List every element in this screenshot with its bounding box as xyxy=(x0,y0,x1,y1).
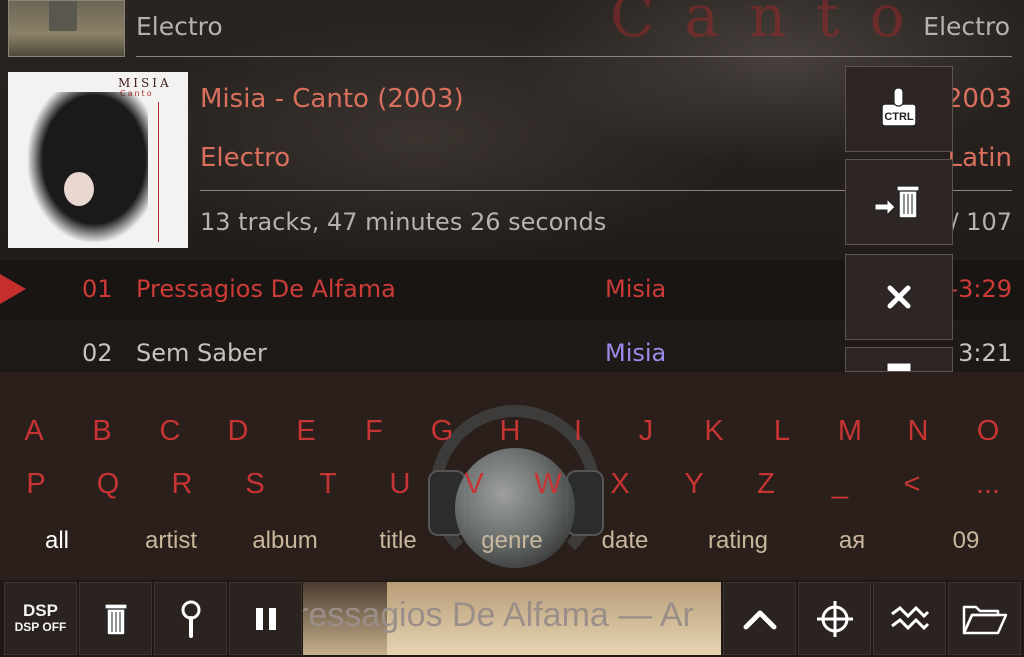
track-artist[interactable]: Misia xyxy=(605,339,666,367)
track-number: 02 xyxy=(82,339,113,367)
chevron-up-icon xyxy=(743,610,776,629)
folder-button[interactable] xyxy=(948,582,1021,655)
equalizer-button[interactable] xyxy=(873,582,946,655)
key-4[interactable]: E xyxy=(296,415,315,448)
album-title: Misia - Canto (2003) xyxy=(200,84,464,114)
key-2[interactable]: C xyxy=(160,415,181,448)
key-11[interactable]: L xyxy=(774,415,790,448)
crosshair-icon xyxy=(816,600,853,637)
track-number: 01 xyxy=(82,275,113,303)
key-7[interactable]: H xyxy=(500,415,521,448)
key-7[interactable]: W xyxy=(534,468,561,501)
key-2[interactable]: R xyxy=(172,468,193,501)
key-13[interactable]: ... xyxy=(976,468,1000,501)
key-3[interactable]: D xyxy=(228,415,249,448)
dsp-status: DSP OFF xyxy=(14,619,67,634)
ctrl-button[interactable]: CTRL xyxy=(845,66,953,152)
previous-album-row[interactable]: Electro Electro xyxy=(0,0,1024,58)
ctrl-hand-icon: CTRL xyxy=(881,87,917,127)
album-cover[interactable]: MISIA Canto xyxy=(8,72,188,248)
close-button[interactable] xyxy=(845,254,953,340)
filter-8[interactable]: 09 xyxy=(953,527,980,555)
previous-album-genre-right: Electro xyxy=(923,12,1010,41)
key-9[interactable]: Y xyxy=(684,468,703,501)
filter-2[interactable]: album xyxy=(252,527,317,555)
album-count: / 107 xyxy=(950,208,1012,236)
pause-icon xyxy=(255,607,276,630)
key-8[interactable]: X xyxy=(610,468,629,501)
key-9[interactable]: J xyxy=(639,415,654,448)
previous-album-cover xyxy=(8,0,125,57)
dsp-icon: DSP DSP OFF xyxy=(14,600,67,635)
track-duration: -3:29 xyxy=(949,275,1012,303)
key-5[interactable]: F xyxy=(365,415,383,448)
dsp-button[interactable]: DSP DSP OFF xyxy=(4,582,77,655)
wave-icon xyxy=(890,605,929,630)
now-playing-text: ressagios De Alfama — Ar xyxy=(303,596,694,634)
track-title: Sem Saber xyxy=(136,339,267,367)
album-info: 13 tracks, 47 minutes 26 seconds xyxy=(200,208,607,236)
cover-title: MISIA xyxy=(118,76,172,90)
key-6[interactable]: V xyxy=(464,468,483,501)
filter-7[interactable]: ая xyxy=(839,527,865,555)
key-12[interactable]: < xyxy=(904,468,921,501)
album-genre-right: Latin xyxy=(947,143,1012,173)
album-genre: Electro xyxy=(200,143,291,173)
ctrl-label: CTRL xyxy=(884,111,914,123)
trash-icon xyxy=(103,602,128,636)
track-artist[interactable]: Misia xyxy=(605,275,666,303)
search-button[interactable] xyxy=(154,582,227,655)
previous-album-genre: Electro xyxy=(136,12,223,41)
now-playing-ticker[interactable]: ressagios De Alfama — Ar xyxy=(303,582,721,655)
key-10[interactable]: K xyxy=(704,415,723,448)
pause-button[interactable] xyxy=(229,582,302,655)
album-year: 2003 xyxy=(945,84,1012,114)
track-duration: 3:21 xyxy=(958,339,1012,367)
image-icon xyxy=(886,362,912,371)
key-4[interactable]: T xyxy=(319,468,337,501)
filter-5[interactable]: date xyxy=(602,527,649,555)
key-3[interactable]: S xyxy=(245,468,264,501)
move-to-trash-icon xyxy=(874,185,920,219)
key-5[interactable]: U xyxy=(390,468,411,501)
key-14[interactable]: O xyxy=(977,415,1000,448)
key-0[interactable]: A xyxy=(24,415,43,448)
filter-4[interactable]: genre xyxy=(481,527,542,555)
key-0[interactable]: P xyxy=(26,468,45,501)
key-12[interactable]: M xyxy=(838,415,862,448)
move-to-trash-button[interactable] xyxy=(845,159,953,245)
close-icon xyxy=(887,285,911,309)
folder-open-icon xyxy=(962,605,1007,634)
scroll-up-button[interactable] xyxy=(723,582,796,655)
filter-6[interactable]: rating xyxy=(708,527,768,555)
track-title: Pressagios De Alfama xyxy=(136,275,396,303)
key-13[interactable]: N xyxy=(908,415,929,448)
image-button[interactable] xyxy=(845,347,953,372)
filter-1[interactable]: artist xyxy=(145,527,197,555)
locate-button[interactable] xyxy=(798,582,871,655)
filter-3[interactable]: title xyxy=(379,527,416,555)
search-icon xyxy=(181,600,200,638)
dsp-label: DSP xyxy=(23,600,58,620)
key-8[interactable]: I xyxy=(574,415,582,448)
key-1[interactable]: Q xyxy=(97,468,120,501)
trash-button[interactable] xyxy=(79,582,152,655)
key-1[interactable]: B xyxy=(92,415,111,448)
divider xyxy=(136,56,1012,57)
key-10[interactable]: Z xyxy=(757,468,775,501)
play-indicator-icon xyxy=(0,274,26,304)
key-6[interactable]: G xyxy=(431,415,454,448)
filter-0[interactable]: all xyxy=(45,527,69,555)
key-11[interactable]: _ xyxy=(832,468,848,501)
